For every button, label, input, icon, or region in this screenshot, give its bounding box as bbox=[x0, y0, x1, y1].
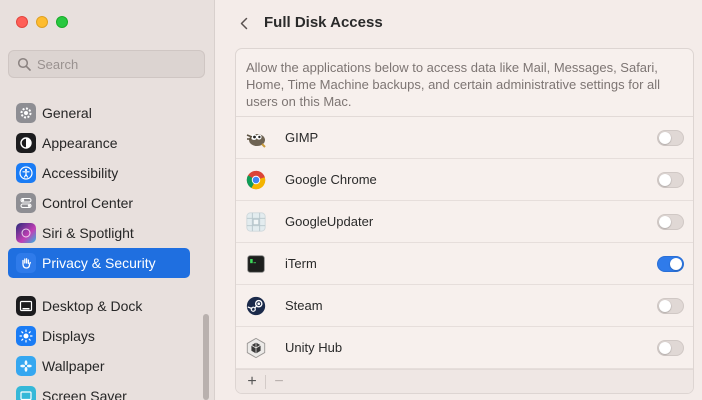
google-updater-icon bbox=[244, 210, 268, 234]
sidebar-item-label: Desktop & Dock bbox=[42, 298, 143, 314]
sidebar-item-label: Accessibility bbox=[42, 165, 119, 181]
sidebar-item-label: Wallpaper bbox=[42, 358, 105, 374]
sidebar-item-control-center[interactable]: Control Center bbox=[8, 188, 190, 218]
sidebar: General Appearance Accessibility Control… bbox=[0, 0, 215, 400]
window-controls bbox=[16, 16, 68, 28]
sidebar-item-label: General bbox=[42, 105, 92, 121]
app-row-unity-hub: Unity Hub bbox=[236, 327, 693, 369]
search-field[interactable] bbox=[8, 50, 205, 78]
search-icon bbox=[17, 57, 31, 71]
displays-icon bbox=[16, 326, 36, 346]
toggle-steam[interactable] bbox=[657, 297, 684, 314]
list-footer: + − bbox=[236, 369, 693, 393]
chrome-icon bbox=[244, 168, 268, 192]
unity-hub-icon bbox=[244, 336, 268, 360]
app-name: GIMP bbox=[285, 130, 319, 145]
app-list-panel: Allow the applications below to access d… bbox=[235, 48, 694, 394]
app-name: Steam bbox=[285, 298, 323, 313]
sidebar-item-label: Appearance bbox=[42, 135, 118, 151]
sidebar-item-screen-saver[interactable]: Screen Saver bbox=[8, 381, 190, 400]
app-name: Unity Hub bbox=[285, 340, 343, 355]
page-title: Full Disk Access bbox=[264, 14, 383, 31]
accessibility-icon bbox=[16, 163, 36, 183]
toggle-google-chrome[interactable] bbox=[657, 171, 684, 188]
remove-app-button[interactable]: − bbox=[269, 372, 289, 392]
screen-saver-icon bbox=[16, 386, 36, 400]
minimize-window-button[interactable] bbox=[36, 16, 48, 28]
sidebar-item-accessibility[interactable]: Accessibility bbox=[8, 158, 190, 188]
sidebar-item-desktop-dock[interactable]: Desktop & Dock bbox=[8, 291, 190, 321]
wallpaper-icon bbox=[16, 356, 36, 376]
appearance-icon bbox=[16, 133, 36, 153]
back-button[interactable] bbox=[234, 13, 254, 33]
sidebar-nav: General Appearance Accessibility Control… bbox=[8, 98, 190, 400]
sidebar-item-label: Displays bbox=[42, 328, 95, 344]
siri-icon bbox=[16, 223, 36, 243]
app-name: Google Chrome bbox=[285, 172, 377, 187]
main-pane: Full Disk Access Allow the applications … bbox=[216, 0, 702, 400]
close-window-button[interactable] bbox=[16, 16, 28, 28]
gimp-icon bbox=[244, 126, 268, 150]
add-app-button[interactable]: + bbox=[242, 372, 262, 392]
chevron-left-icon bbox=[240, 17, 248, 29]
search-input[interactable] bbox=[37, 56, 197, 72]
app-row-gimp: GIMP bbox=[236, 117, 693, 159]
gear-icon bbox=[16, 103, 36, 123]
sidebar-item-label: Siri & Spotlight bbox=[42, 225, 134, 241]
sidebar-item-wallpaper[interactable]: Wallpaper bbox=[8, 351, 190, 381]
app-row-steam: Steam bbox=[236, 285, 693, 327]
sidebar-item-displays[interactable]: Displays bbox=[8, 321, 190, 351]
sidebar-scrollbar[interactable] bbox=[203, 314, 209, 400]
sidebar-item-label: Control Center bbox=[42, 195, 134, 211]
dock-icon bbox=[16, 296, 36, 316]
sidebar-item-privacy-security[interactable]: Privacy & Security bbox=[8, 248, 190, 278]
sidebar-item-label: Screen Saver bbox=[42, 388, 127, 400]
app-row-iterm: iTerm bbox=[236, 243, 693, 285]
sidebar-item-appearance[interactable]: Appearance bbox=[8, 128, 190, 158]
app-name: iTerm bbox=[285, 256, 317, 271]
sidebar-item-general[interactable]: General bbox=[8, 98, 190, 128]
toggle-iterm[interactable] bbox=[657, 255, 684, 272]
toggle-gimp[interactable] bbox=[657, 129, 684, 146]
sidebar-separator bbox=[8, 278, 190, 291]
toggle-googleupdater[interactable] bbox=[657, 213, 684, 230]
control-center-icon bbox=[16, 193, 36, 213]
iterm-icon bbox=[244, 252, 268, 276]
zoom-window-button[interactable] bbox=[56, 16, 68, 28]
description-text: Allow the applications below to access d… bbox=[236, 49, 693, 117]
sidebar-item-siri-spotlight[interactable]: Siri & Spotlight bbox=[8, 218, 190, 248]
app-row-google-chrome: Google Chrome bbox=[236, 159, 693, 201]
steam-icon bbox=[244, 294, 268, 318]
hand-icon bbox=[16, 253, 36, 273]
toggle-unity-hub[interactable] bbox=[657, 339, 684, 356]
app-name: GoogleUpdater bbox=[285, 214, 374, 229]
sidebar-item-label: Privacy & Security bbox=[42, 255, 156, 271]
footer-divider bbox=[265, 374, 266, 389]
app-row-googleupdater: GoogleUpdater bbox=[236, 201, 693, 243]
